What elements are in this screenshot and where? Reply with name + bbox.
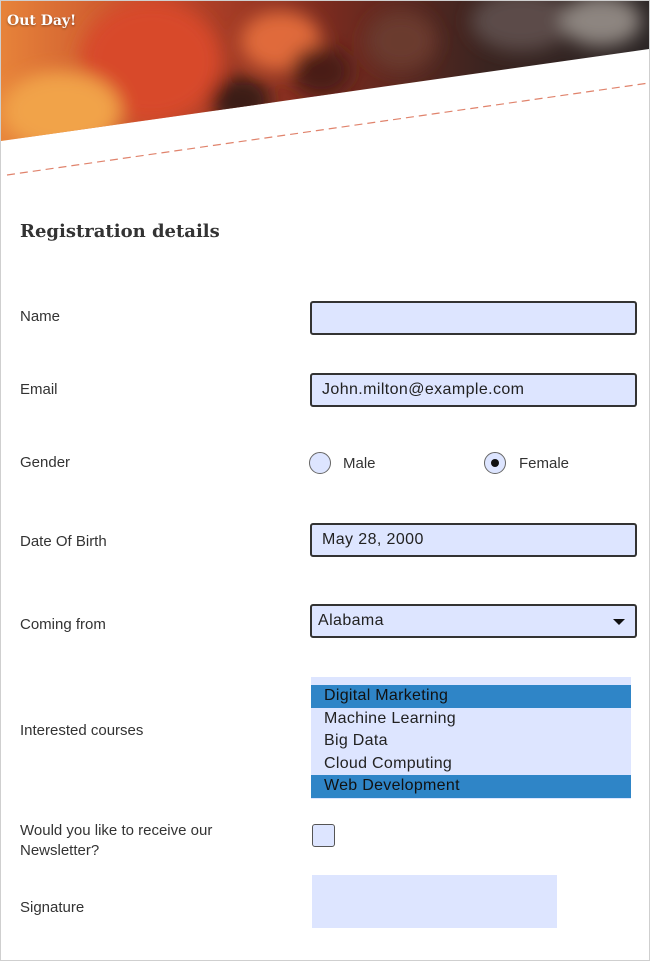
- gender-male-label: Male: [343, 455, 376, 472]
- newsletter-checkbox[interactable]: [312, 824, 335, 847]
- gender-male-radio[interactable]: [309, 452, 331, 474]
- email-label: Email: [20, 381, 58, 398]
- gender-label: Gender: [20, 454, 71, 471]
- course-option-big-data[interactable]: Big Data: [311, 730, 631, 753]
- course-option-machine-learning[interactable]: Machine Learning: [311, 708, 631, 731]
- section-title: Registration details: [20, 221, 220, 242]
- registration-form-page: Out Day! Registration details Name Email…: [0, 0, 650, 961]
- course-option-web-development[interactable]: Web Development: [311, 775, 631, 798]
- header-photo: [1, 1, 649, 176]
- signature-label: Signature: [20, 899, 85, 916]
- gender-female-label: Female: [519, 455, 570, 472]
- course-option-digital-marketing[interactable]: Digital Marketing: [311, 685, 631, 708]
- courses-listbox[interactable]: Digital Marketing Machine Learning Big D…: [311, 677, 631, 799]
- dob-input[interactable]: May 28, 2000: [310, 523, 637, 557]
- email-input[interactable]: John.milton@example.com: [310, 373, 637, 407]
- dob-label: Date Of Birth: [20, 533, 107, 550]
- signature-pad[interactable]: [312, 875, 557, 928]
- header-title: Out Day!: [7, 13, 77, 29]
- coming-from-value: Alabama: [318, 612, 384, 629]
- course-option-cloud-computing[interactable]: Cloud Computing: [311, 753, 631, 776]
- name-label: Name: [20, 308, 61, 325]
- newsletter-label: Would you like to receive our Newsletter…: [20, 822, 213, 859]
- header-banner: Out Day!: [1, 1, 649, 181]
- courses-label: Interested courses: [20, 722, 144, 739]
- gender-female-radio[interactable]: [484, 452, 506, 474]
- name-input[interactable]: [310, 301, 637, 335]
- coming-from-label: Coming from: [20, 616, 106, 633]
- coming-from-select[interactable]: Alabama: [310, 604, 637, 638]
- chevron-down-icon: [613, 619, 625, 625]
